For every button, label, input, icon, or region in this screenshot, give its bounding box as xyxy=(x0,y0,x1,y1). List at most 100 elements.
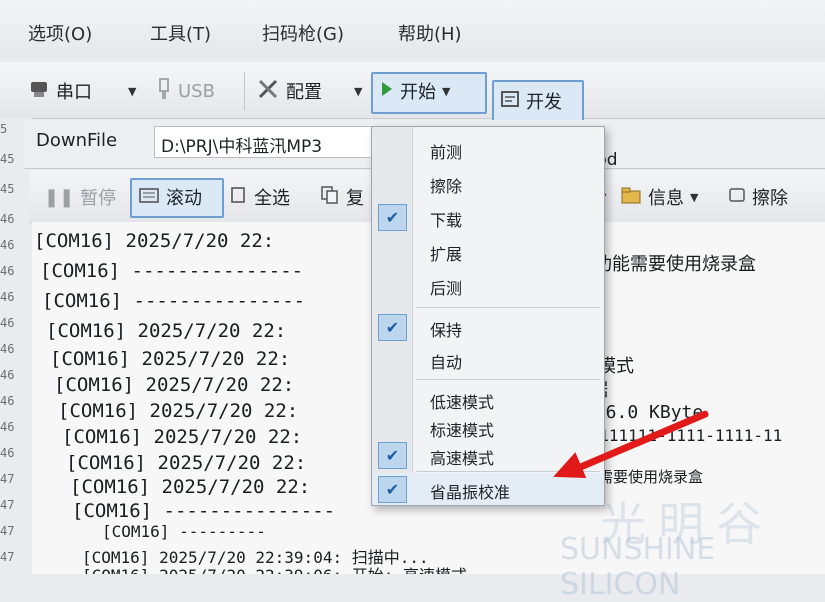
dropdown-separator xyxy=(416,307,600,308)
dropdown-separator xyxy=(416,379,600,380)
select-all-icon xyxy=(230,185,248,210)
dropdown-item-label: 自动 xyxy=(430,353,463,372)
log-line: [COM16] --------------- xyxy=(40,260,304,282)
log-line: [COM16] --------- xyxy=(102,522,266,541)
log-line: [COM16] 2025/7/20 22: xyxy=(34,230,275,252)
log-line: [COM16] 2025/7/20 22: xyxy=(50,348,291,370)
config-label: 配置 xyxy=(286,82,322,103)
start-dropdown-menu: 前测 擦除 ✔ 下载 扩展 后测 ✔ 保持 自动 低速模式 标速模式 ✔ 高速模… xyxy=(371,126,605,506)
dropdown-item-label: 省晶振校准 xyxy=(430,483,511,502)
dropdown-item-auto[interactable]: 自动 xyxy=(372,343,604,375)
clear-label: 擦除 xyxy=(752,188,788,209)
gutter-number: 5 xyxy=(0,122,8,136)
usb-label: USB xyxy=(178,80,215,102)
gutter-number: 46 xyxy=(0,290,15,304)
gutter-number: 47 xyxy=(0,550,15,564)
info-button[interactable]: 信息 ▼ xyxy=(620,182,698,212)
gutter-number: 47 xyxy=(0,498,15,512)
log-line: [COM16] --------------- xyxy=(42,290,306,312)
serial-label: 串口 xyxy=(56,82,92,103)
gutter-number: 46 xyxy=(0,316,15,330)
downfile-path-input[interactable]: D:\PRJ\中科蓝汛MP3 xyxy=(154,126,384,158)
gutter-number: 45 xyxy=(0,182,15,196)
copy-button[interactable]: 复 xyxy=(320,182,364,212)
log-line: [COM16] 2025/7/20 22: xyxy=(70,476,311,498)
menu-scanner[interactable]: 扫码枪(G) xyxy=(262,20,344,46)
gutter-number: 46 xyxy=(0,212,15,226)
scroll-icon xyxy=(138,185,160,210)
clear-icon xyxy=(728,187,746,208)
clear-button[interactable]: 擦除 xyxy=(728,182,788,212)
toolbar-separator xyxy=(244,72,245,110)
log-line: [COM16] 2025/7/20 22: xyxy=(62,426,303,448)
scroll-button[interactable]: 滚动 xyxy=(138,182,202,212)
dropdown-item-pretest[interactable]: 前测 xyxy=(372,133,604,165)
pause-button[interactable]: ❚❚ 暂停 xyxy=(44,182,116,212)
usb-icon xyxy=(156,77,172,106)
gutter-number: 46 xyxy=(0,368,15,382)
serial-port-icon xyxy=(28,78,50,105)
log-line: [COM16] 2025/7/20 22: xyxy=(54,374,295,396)
dropdown-item-label: 高速模式 xyxy=(430,449,495,468)
serial-dropdown[interactable]: ▼ xyxy=(128,76,136,106)
watermark-en: SUNSHINE SILICON xyxy=(560,532,716,602)
dropdown-item-label: 标速模式 xyxy=(430,421,495,440)
menu-help[interactable]: 帮助(H) xyxy=(398,20,462,46)
dropdown-item-label: 保持 xyxy=(430,321,463,340)
gutter-number: 46 xyxy=(0,342,15,356)
check-icon: ✔ xyxy=(378,204,407,231)
log-line: [COM16] 2025/7/20 22: xyxy=(58,400,299,422)
log-right-text: 11111111-1111-1111-11 xyxy=(580,426,783,445)
dropdown-item-label: 后测 xyxy=(430,279,463,298)
log-line: [COM16] --------------- xyxy=(72,500,336,522)
start-button[interactable]: 开始 ▼ xyxy=(380,76,450,106)
check-icon: ✔ xyxy=(378,476,407,503)
info-label: 信息 xyxy=(648,188,684,209)
config-dropdown[interactable]: ▼ xyxy=(354,76,362,106)
downfile-label: DownFile xyxy=(36,130,118,151)
config-button[interactable]: 配置 xyxy=(256,76,322,106)
usb-button[interactable]: USB xyxy=(156,76,215,106)
develop-button[interactable]: 开发 xyxy=(500,86,562,116)
log-line: [COM16] 2025/7/20 22:39:06: 开始: 高速模式 xyxy=(82,562,467,574)
dropdown-item-posttest[interactable]: 后测 xyxy=(372,269,604,301)
gutter-number: 46 xyxy=(0,238,15,252)
pause-label: 暂停 xyxy=(80,188,117,209)
chevron-down-icon: ▼ xyxy=(354,84,363,98)
check-icon: ✔ xyxy=(378,314,407,341)
check-icon: ✔ xyxy=(378,442,407,469)
menu-bar: 选项(O) 工具(T) 扫码枪(G) 帮助(H) xyxy=(0,0,825,58)
line-number-gutter: 5 45 45 46 46 46 46 46 46 46 46 46 46 47… xyxy=(0,118,32,574)
dropdown-item-label: 擦除 xyxy=(430,177,463,196)
dropdown-item-label: 低速模式 xyxy=(430,393,495,412)
develop-label: 开发 xyxy=(526,92,562,113)
menu-tools[interactable]: 工具(T) xyxy=(150,20,211,46)
tools-icon xyxy=(256,77,280,106)
gutter-number: 46 xyxy=(0,264,15,278)
serial-button[interactable]: 串口 xyxy=(28,76,92,106)
select-all-label: 全选 xyxy=(254,188,290,209)
copy-label: 复 xyxy=(346,188,364,209)
dropdown-item-erase[interactable]: 擦除 xyxy=(372,167,604,199)
dropdown-item-keep[interactable]: ✔ 保持 xyxy=(372,311,604,343)
play-icon xyxy=(380,80,394,103)
log-line: [COM16] 2025/7/20 22: xyxy=(46,320,287,342)
dropdown-item-download[interactable]: ✔ 下载 xyxy=(372,201,604,233)
main-toolbar: 串口 ▼ USB 配置 ▼ 开始 ▼ 开发 xyxy=(0,62,825,122)
chevron-down-icon: ▼ xyxy=(442,84,451,98)
dropdown-item-extend[interactable]: 扩展 xyxy=(372,235,604,267)
log-line: [COM16] 2025/7/20 22: xyxy=(66,452,307,474)
start-label: 开始 xyxy=(400,82,436,103)
gutter-number: 47 xyxy=(0,524,15,538)
chevron-down-icon: ▼ xyxy=(128,84,137,98)
gutter-number: 46 xyxy=(0,394,15,408)
dropdown-item-label: 扩展 xyxy=(430,245,463,264)
chevron-down-icon: ▼ xyxy=(690,190,699,204)
window-icon xyxy=(500,89,520,114)
copy-icon xyxy=(320,185,340,210)
info-folder-icon xyxy=(620,185,642,210)
dropdown-item-label: 前测 xyxy=(430,143,463,162)
select-all-button[interactable]: 全选 xyxy=(230,182,290,212)
menu-options[interactable]: 选项(O) xyxy=(28,20,92,46)
log-right-text: 功能需要使用烧录盒 xyxy=(594,254,756,275)
